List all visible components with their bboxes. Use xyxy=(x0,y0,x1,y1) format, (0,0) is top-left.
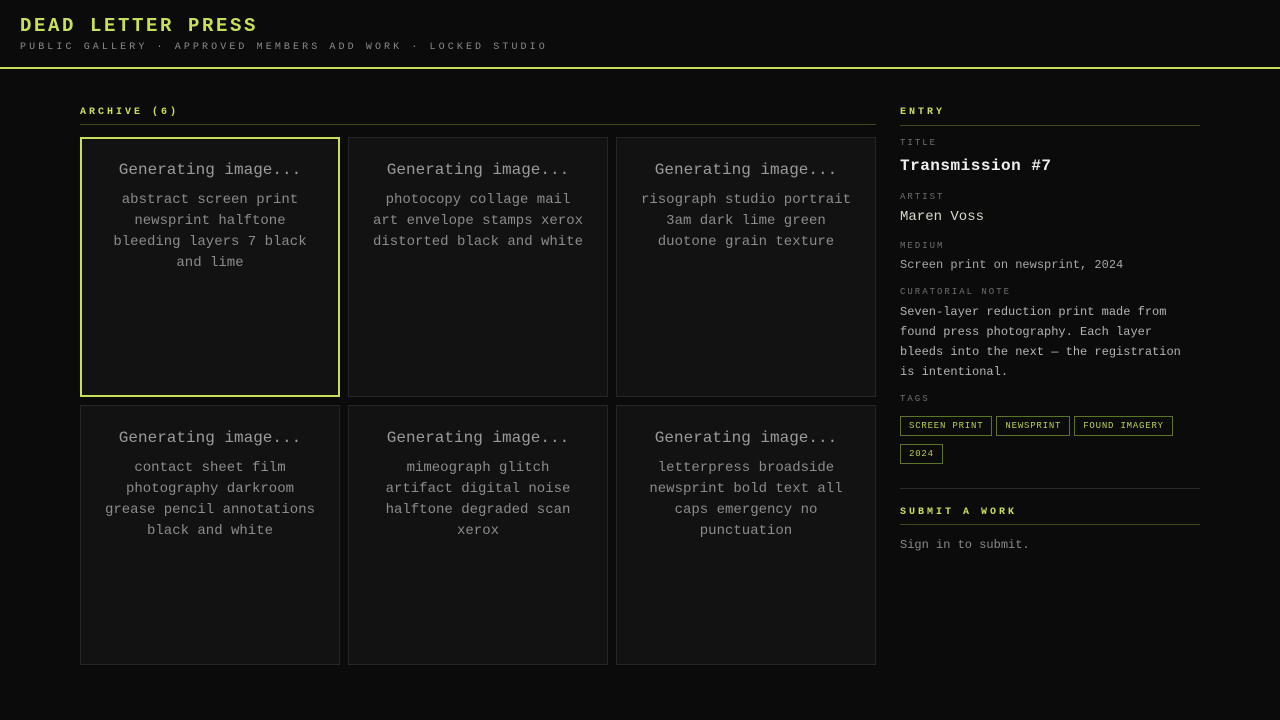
section-divider xyxy=(900,488,1200,489)
card-prompt: mimeograph glitch artifact digital noise… xyxy=(385,460,571,539)
card-status: Generating image... xyxy=(654,161,838,179)
tags-label: TAGS xyxy=(900,394,930,404)
card-prompt: risograph studio portrait 3am dark lime … xyxy=(640,192,852,250)
card-prompt: photocopy collage mail art envelope stam… xyxy=(372,192,584,250)
card-status: Generating image... xyxy=(654,429,838,447)
submit-heading: SUBMIT A WORK xyxy=(900,507,1018,518)
tag-found-imagery[interactable]: FOUND IMAGERY xyxy=(1074,416,1173,436)
archive-divider xyxy=(80,124,876,125)
tag-screen-print[interactable]: SCREEN PRINT xyxy=(900,416,993,436)
card-status: Generating image... xyxy=(118,429,302,447)
card-prompt: letterpress broadside newsprint bold tex… xyxy=(649,460,843,539)
archive-card-3[interactable]: Generating image... risograph studio por… xyxy=(616,137,876,397)
archive-card-5[interactable]: Generating image... mimeograph glitch ar… xyxy=(348,405,608,665)
archive-card-1[interactable]: Generating image... abstract screen prin… xyxy=(80,137,340,397)
title-label: TITLE xyxy=(900,138,938,148)
note-label: CURATORIAL NOTE xyxy=(900,287,1012,297)
entry-artist: Maren Voss xyxy=(900,209,985,225)
medium-label: MEDIUM xyxy=(900,241,945,251)
entry-medium: Screen print on newsprint, 2024 xyxy=(900,258,1124,272)
submit-divider xyxy=(900,524,1200,525)
card-status: Generating image... xyxy=(386,161,570,179)
sign-in-message[interactable]: Sign in to submit. xyxy=(900,538,1030,552)
entry-title: Transmission #7 xyxy=(900,157,1052,175)
site-brand[interactable]: DEAD LETTER PRESS xyxy=(20,15,258,37)
site-header: DEAD LETTER PRESS PUBLIC GALLERY · APPRO… xyxy=(0,0,1280,69)
entry-panel: ENTRY TITLE Transmission #7 ARTIST Maren… xyxy=(900,107,1200,552)
site-tagline: PUBLIC GALLERY · APPROVED MEMBERS ADD WO… xyxy=(20,42,548,53)
entry-heading: ENTRY xyxy=(900,107,946,118)
entry-divider xyxy=(900,125,1200,126)
entry-note: Seven-layer reduction print made from fo… xyxy=(900,305,1181,379)
tag-list: SCREEN PRINT NEWSPRINT FOUND IMAGERY 202… xyxy=(900,416,1200,464)
card-prompt: contact sheet film photography darkroom … xyxy=(104,460,316,539)
archive-heading: ARCHIVE (6) xyxy=(80,107,180,118)
tag-newsprint[interactable]: NEWSPRINT xyxy=(996,416,1071,436)
archive-card-6[interactable]: Generating image... letterpress broadsid… xyxy=(616,405,876,665)
artist-label: ARTIST xyxy=(900,192,945,202)
card-prompt: abstract screen print newsprint halftone… xyxy=(113,192,307,271)
card-status: Generating image... xyxy=(386,429,570,447)
card-status: Generating image... xyxy=(118,161,302,179)
archive-card-2[interactable]: Generating image... photocopy collage ma… xyxy=(348,137,608,397)
archive-card-4[interactable]: Generating image... contact sheet film p… xyxy=(80,405,340,665)
archive-grid: Generating image... abstract screen prin… xyxy=(80,137,876,665)
tag-2024[interactable]: 2024 xyxy=(900,444,943,464)
